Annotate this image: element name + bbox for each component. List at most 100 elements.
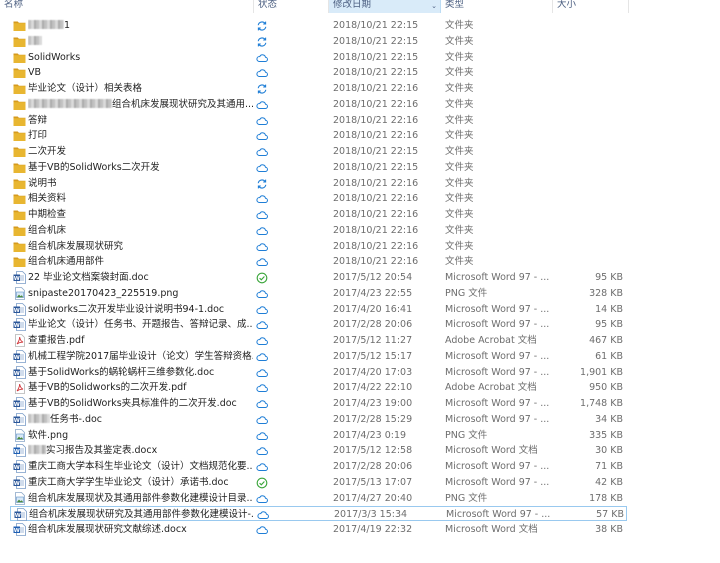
file-row[interactable]: 查重报告.pdf 2017/5/12 11:27 Adobe Acrobat 文档 4… [10,333,627,348]
folder-icon [13,161,26,174]
file-date: 2017/3/3 15:34 [334,509,408,521]
cloud-icon [256,113,270,128]
file-row[interactable]: VB 2018/10/21 22:15 文件夹 [10,65,627,80]
file-type: PNG 文件 [445,429,488,441]
file-row[interactable]: 二次开发 2018/10/21 22:15 文件夹 [10,144,627,159]
file-type: 文件夹 [445,146,474,157]
file-type: 文件夹 [445,209,474,220]
folder-icon [13,66,26,79]
check-icon [256,475,270,490]
file-name-text: 1 [64,20,71,31]
cloud-icon [256,396,270,411]
file-date: 2018/10/21 22:16 [333,193,419,205]
file-row[interactable]: 答辩 2018/10/21 22:16 文件夹 [10,113,627,128]
svg-text:W: W [14,370,20,376]
file-row[interactable]: W 毕业论文（设计）任务书、开题报告、答辩记录、成... 2017/2/28 20:… [10,317,627,332]
file-row[interactable]: 相关资料 2018/10/21 22:16 文件夹 [10,191,627,206]
file-type: Adobe Acrobat 文档 [445,382,537,394]
file-date: 2018/10/21 22:16 [333,240,419,252]
file-row[interactable]: 基于VB的Solidworks的二次开发.pdf 2017/4/22 22:10 A… [10,380,627,395]
column-header-size-label: 大小 [557,0,577,10]
file-row[interactable]: snipaste20170423_225519.png 2017/4/23 22:… [10,286,627,301]
file-row[interactable]: Wsolidworks二次开发毕业设计说明书94-1.doc 2017/4/20 … [10,302,627,317]
file-type: 文件夹 [445,114,474,126]
file-name-text: 重庆工商大学本科生毕业论文（设计）文档规范化要... [28,461,253,472]
file-row[interactable]: 毕业论文（设计）相关表格 2018/10/21 22:16 文件夹 [10,81,627,96]
file-name-text: 组合机床发展现状研究文献综述.docx [28,524,187,535]
svg-text:W: W [14,465,20,471]
file-name-text: 组合机床发展现状研究及其通用... [112,98,253,110]
file-row[interactable]: 组合机床发展现状研究及其通用... 2018/10/21 22:16 文件夹 [10,97,627,112]
file-row[interactable]: W 22 毕业论文档案袋封面.doc 2017/5/12 20:54 Microsof… [10,270,627,285]
file-row[interactable]: W 基于VB的SolidWorks夹具标准件的二次开发.doc 2017/4/23 … [10,396,627,411]
svg-text:W: W [14,323,20,329]
file-type: Microsoft Word 文档 [445,445,538,457]
svg-text:W: W [14,307,20,313]
file-date: 2018/10/21 22:15 [333,67,419,79]
file-row[interactable]: 2018/10/21 22:15 文件夹 [10,34,627,49]
svg-text:W: W [14,276,20,282]
file-row[interactable]: 1 2018/10/21 22:15 文件夹 [10,18,627,33]
chevron-down-icon: ⌄ [431,2,437,10]
file-date: 2017/2/28 20:06 [333,461,413,472]
file-name: 任务书-.doc [28,412,253,427]
file-type: 文件夹 [445,193,474,205]
file-date: 2017/4/20 17:03 [333,366,413,378]
column-header-size[interactable]: 大小 [553,0,629,13]
file-row[interactable]: W 实习报告及其鉴定表.docx 2017/5/12 12:58 Microsoft … [10,443,627,458]
sync-icon [256,176,270,191]
svg-text:W: W [14,528,20,534]
file-name: 基于VB的SolidWorks夹具标准件的二次开发.doc [28,396,253,411]
file-name: 二次开发 [28,144,253,159]
folder-icon [13,224,26,237]
file-size: 950 KB [589,382,623,394]
file-size: 57 KB [596,509,624,521]
file-type: 文件夹 [445,51,474,63]
file-name: 组合机床 [28,223,253,238]
file-name-text: 说明书 [28,177,57,189]
file-row[interactable]: 组合机床通用部件 2018/10/21 22:16 文件夹 [10,254,627,269]
file-row[interactable]: 组合机床 2018/10/21 22:16 文件夹 [10,223,627,238]
file-row[interactable]: W 机械工程学院2017届毕业设计（论文）学生答辩资格... 2017/5/12 1… [10,349,627,364]
file-row[interactable]: SolidWorks 2018/10/21 22:15 文件夹 [10,50,627,65]
file-name-text: SolidWorks [28,51,81,63]
column-header-date[interactable]: 修改日期 ⌄ [329,0,441,13]
file-type: 文件夹 [445,161,474,173]
folder-icon [13,145,26,158]
file-name-text: 实习报告及其鉴定表.docx [46,445,158,457]
file-row[interactable]: W 组合机床发展现状研究及其通用部件参数化建模设计-... 2017/3/3 15:… [10,506,627,522]
file-type: Microsoft Word 97 - ... [445,350,550,362]
file-name: 基于VB的SolidWorks二次开发 [28,160,253,175]
file-name-text: 中期检查 [28,209,67,220]
file-row[interactable]: W 重庆工商大学学生毕业论文（设计）承诺书.doc 2017/5/13 17:07 M… [10,475,627,490]
file-row[interactable]: 组合机床发展现状及其通用部件参数化建模设计目录.... 2017/4/27 20:… [10,491,627,506]
file-type: Microsoft Word 97 - ... [445,398,550,409]
file-name-text: 查重报告.pdf [28,335,85,346]
file-row[interactable]: W 重庆工商大学本科生毕业论文（设计）文档规范化要... 2017/2/28 20:… [10,459,627,474]
column-header-name[interactable]: 名称 [0,0,254,13]
file-row[interactable]: W 组合机床发展现状研究文献综述.docx 2017/4/19 22:32 Micro… [10,522,627,537]
file-row[interactable]: 软件.png 2017/4/23 0:19 PNG 文件 335 KB [10,428,627,443]
file-date: 2018/10/21 22:15 [333,20,419,31]
file-row[interactable]: W 任务书-.doc 2017/2/28 15:29 Microsoft Word 9… [10,412,627,427]
file-size [555,239,623,254]
file-name: 基于SolidWorks的蜗轮蜗杆三维参数化.doc [28,365,253,380]
column-header-status[interactable]: 状态 [254,0,329,13]
file-size: 34 KB [595,413,623,425]
file-name: 毕业论文（设计）任务书、开题报告、答辩记录、成... [28,317,253,332]
file-row[interactable]: 打印 2018/10/21 22:16 文件夹 [10,128,627,143]
file-type: 文件夹 [445,177,474,189]
file-row[interactable]: W 基于SolidWorks的蜗轮蜗杆三维参数化.doc 2017/4/20 17:… [10,365,627,380]
file-date: 2018/10/21 22:16 [333,83,419,94]
column-header-type[interactable]: 类型 [441,0,553,13]
cloud-icon [256,223,270,238]
file-row[interactable]: 中期检查 2018/10/21 22:16 文件夹 [10,207,627,222]
file-date: 2017/5/12 15:17 [333,350,413,362]
folder-icon [13,255,26,268]
folder-icon [13,51,26,64]
file-row[interactable]: 组合机床发展现状研究 2018/10/21 22:16 文件夹 [10,239,627,254]
file-row[interactable]: 说明书 2018/10/21 22:16 文件夹 [10,176,627,191]
file-date: 2018/10/21 22:16 [333,130,419,142]
file-row[interactable]: 基于VB的SolidWorks二次开发 2018/10/21 22:15 文件夹 [10,160,627,175]
file-type: 文件夹 [445,240,474,252]
